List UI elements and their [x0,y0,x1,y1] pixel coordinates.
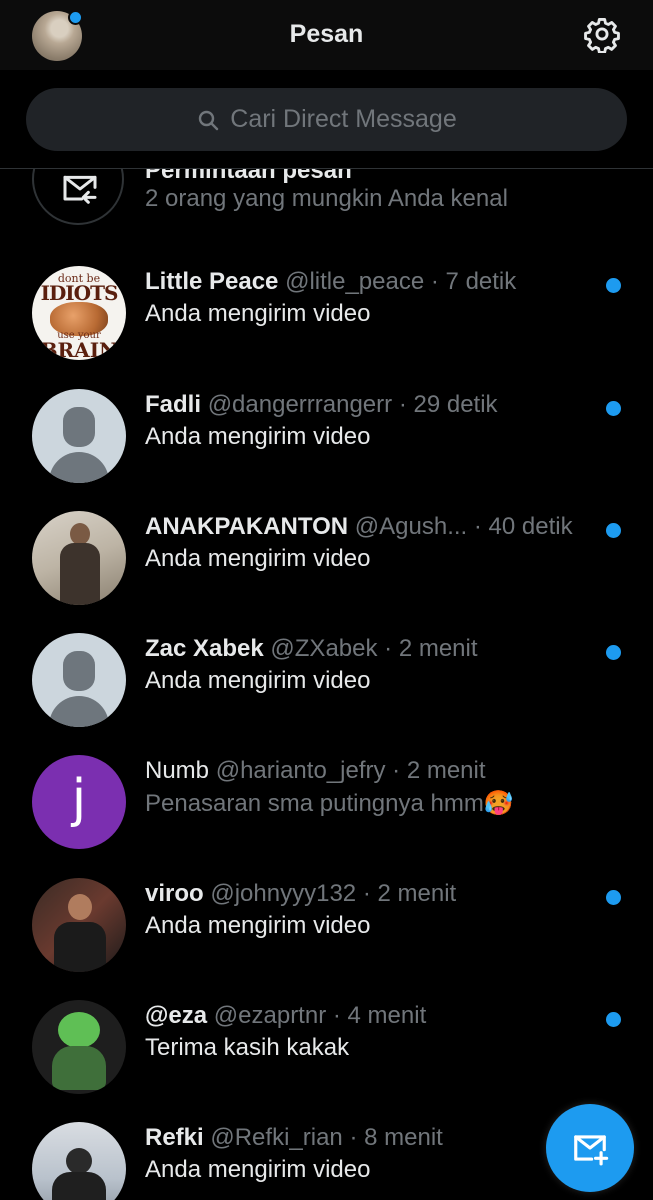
settings-gear-icon[interactable] [583,15,621,53]
last-message: Anda mengirim video [145,1156,371,1183]
avatar [32,1000,126,1094]
display-name: @eza [145,1002,208,1029]
display-name: Numb [145,757,210,784]
unread-dot [606,1012,621,1027]
display-name: viroo [145,880,204,907]
user-handle: @johnyyy132 [210,880,357,907]
avatar [32,1122,126,1200]
new-message-icon [574,1135,609,1166]
search-placeholder: Cari Direct Message [230,105,457,133]
avatar: j [32,755,126,849]
user-handle: @ezaprtnr [213,1002,327,1029]
timestamp: 2 menit [398,635,478,662]
timestamp: 4 menit [347,1002,427,1029]
conversation-header: Fadli @dangerrrangerr · 29 detik [145,391,498,418]
last-message: Anda mengirim video [145,545,371,572]
display-name: Refki [145,1124,204,1151]
unread-dot [606,401,621,416]
last-message: Penasaran sma putingnya hmm🥵 [145,790,514,817]
user-handle: @Refki_rian [210,1124,343,1151]
unread-dot [606,278,621,293]
last-message: Anda mengirim video [145,300,371,327]
search-icon [199,110,219,130]
unread-dot [606,890,621,905]
message-request-icon [32,169,124,225]
avatar [32,633,126,727]
display-name: ANAKPAKANTON [145,513,349,540]
conversation-header: Zac Xabek @ZXabek · 2 menit [145,635,478,662]
user-handle: @dangerrrangerr [207,391,393,418]
conversation-header: ANAKPAKANTON @Agush... · 40 detik [145,513,573,540]
top-bar: Pesan [0,0,653,70]
conversation-item[interactable]: viroo @johnyyy132 · 2 menit Anda mengiri… [0,878,653,1000]
conversation-item[interactable]: j Numb @harianto_jefry · 2 menit Penasar… [0,755,653,877]
requests-subtitle: 2 orang yang mungkin Anda kenal [145,185,508,212]
conversation-header: viroo @johnyyy132 · 2 menit [145,880,457,907]
conversation-header: Little Peace @litle_peace · 7 detik [145,268,517,295]
conversation-item[interactable]: dont be IDIOTS use your BRAIN Little Pea… [0,266,653,388]
avatar [32,878,126,972]
user-handle: @Agush... [354,513,468,540]
display-name: Zac Xabek [145,635,264,662]
timestamp: 40 detik [488,513,573,540]
timestamp: 7 detik [445,268,517,295]
requests-title: Permintaan pesan [145,169,352,184]
avatar: dont be IDIOTS use your BRAIN [32,266,126,360]
timestamp: 2 menit [377,880,457,907]
message-requests-row[interactable]: Permintaan pesan 2 orang yang mungkin An… [0,169,653,229]
user-handle: @litle_peace [285,268,425,295]
last-message: Terima kasih kakak [145,1034,350,1061]
new-message-button[interactable] [546,1104,634,1192]
timestamp: 29 detik [413,391,498,418]
conversation-item[interactable]: ANAKPAKANTON @Agush... · 40 detik Anda m… [0,511,653,633]
user-handle: @harianto_jefry [215,757,386,784]
unread-dot [606,645,621,660]
last-message: Anda mengirim video [145,912,371,939]
conversation-item[interactable]: Fadli @dangerrrangerr · 29 detik Anda me… [0,389,653,511]
unread-dot [606,523,621,538]
conversation-item[interactable]: @eza @ezaprtnr · 4 menit Terima kasih ka… [0,1000,653,1122]
conversation-header: Refki @Refki_rian · 8 menit [145,1124,443,1151]
avatar [32,511,126,605]
last-message: Anda mengirim video [145,423,371,450]
conversation-header: Numb @harianto_jefry · 2 menit [145,757,486,784]
user-handle: @ZXabek [270,635,378,662]
conversation-item[interactable]: Zac Xabek @ZXabek · 2 menit Anda mengiri… [0,633,653,755]
avatar-letter: j [71,769,87,829]
conversation-header: @eza @ezaprtnr · 4 menit [145,1002,427,1029]
timestamp: 8 menit [364,1124,443,1151]
timestamp: 2 menit [406,757,486,784]
search-input[interactable]: Cari Direct Message [26,88,627,151]
avatar [32,389,126,483]
page-title: Pesan [289,20,364,48]
display-name: Little Peace [145,268,279,295]
display-name: Fadli [145,391,202,418]
last-message: Anda mengirim video [145,667,371,694]
